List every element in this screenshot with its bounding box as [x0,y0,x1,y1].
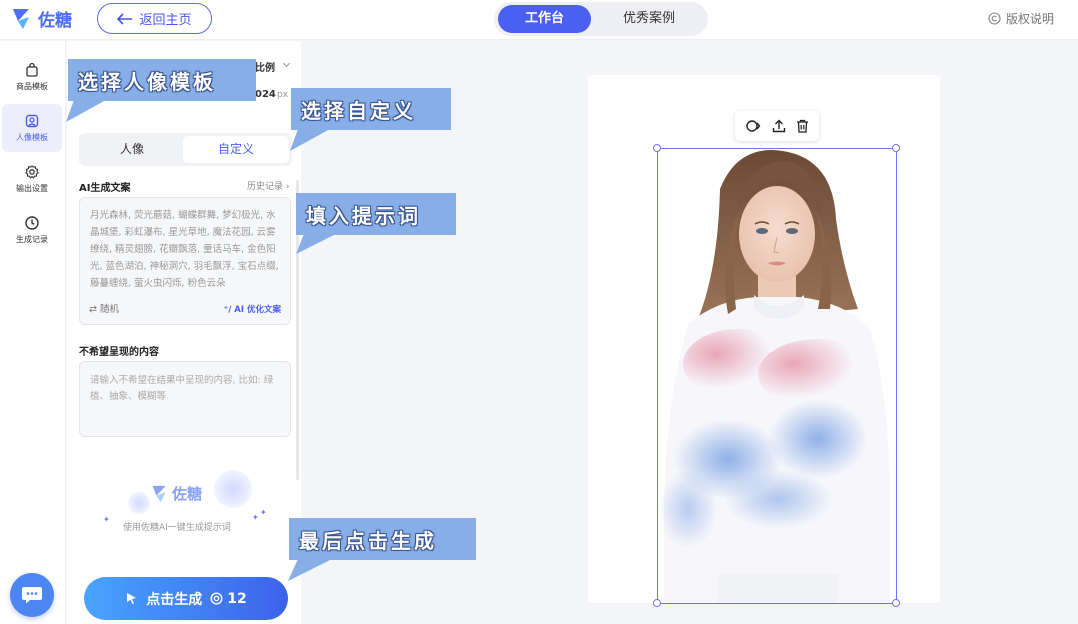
sidebar-item-portrait-templates[interactable]: 人像模板 [2,104,62,152]
sparkle-icon: ✦ [252,513,259,522]
sparkle-icon: ✦ [103,515,110,524]
prompt-textarea[interactable]: 月光森林, 荧光蘑菇, 蝴蝶群舞, 梦幻极光, 水晶城堡, 彩虹瀑布, 星光草地… [79,197,291,325]
logo-text: 佐糖 [38,11,72,31]
callout-tail [66,100,106,122]
sidebar-item-label: 商品模板 [16,82,48,91]
random-label: 随机 [100,304,120,315]
chat-icon [22,587,42,604]
resize-handle[interactable] [892,599,900,607]
segment-custom[interactable]: 自定义 [183,136,289,163]
top-bar: 佐糖 返回主页 工作台 优秀案例 版权说明 [0,0,1078,40]
callout-fill-prompt: 填入提示词 [296,193,456,235]
ratio-label[interactable]: 比例 [255,59,275,74]
sidebar-item-product-templates[interactable]: 商品模板 [0,53,64,101]
left-nav: 商品模板 人像模板 输出设置 生成记录 [0,41,66,624]
negative-prompt-textarea[interactable]: 请输入不希望在结果中呈现的内容, 比如: 绿植、抽象、模糊等 [79,361,291,437]
callout-tail [288,559,332,581]
sidebar-item-history[interactable]: 生成记录 [0,206,64,254]
coin-icon [210,592,223,605]
gear-icon [25,164,39,179]
sidebar-item-label: 输出设置 [16,184,48,193]
brand-watermark-text: 佐糖 [172,485,203,503]
decor-blob [128,492,150,514]
arrow-left-icon [117,12,133,25]
history-label: 历史记录 [247,182,284,192]
logo[interactable]: 佐糖 [10,6,72,31]
settings-panel [67,41,301,624]
copyright-link[interactable]: 版权说明 [988,10,1054,27]
portrait-icon [25,114,39,128]
resize-handle[interactable] [653,144,661,152]
brand-watermark: 佐糖 [150,483,202,504]
resize-handle[interactable] [892,144,900,152]
segment-portrait[interactable]: 人像 [82,136,182,163]
copyright-icon [988,12,1001,25]
generate-button[interactable]: 点击生成 12 [84,577,288,620]
prompt-text: 月光森林, 荧光蘑菇, 蝴蝶群舞, 梦幻极光, 水晶城堡, 彩虹瀑布, 星光草地… [90,210,279,289]
cursor-icon [127,593,137,604]
sparkle-icon: ✦ [260,508,267,517]
back-home-button[interactable]: 返回主页 [97,3,212,34]
image-toolbar [735,111,819,141]
back-home-label: 返回主页 [139,13,192,28]
negative-section-title: 不希望呈现的内容 [79,347,159,358]
ai-optimize-label: AI 优化文案 [234,305,281,315]
sidebar-item-output-settings[interactable]: 输出设置 [0,155,64,203]
shuffle-icon: ⇄ [89,304,97,315]
size-unit: px [277,90,289,100]
negative-placeholder: 请输入不希望在结果中呈现的内容, 比如: 绿植、抽象、模糊等 [90,375,274,402]
callout-click-generate: 最后点击生成 [289,518,476,560]
upload-icon[interactable] [772,119,786,133]
history-link[interactable]: 历史记录 › [247,179,290,192]
size-value: 024 [255,89,276,100]
generate-cost: 12 [227,590,247,607]
chat-support-button[interactable] [10,573,54,617]
callout-choose-template: 选择人像模板 [68,59,256,101]
ai-optimize-button[interactable]: ⁺∕ AI 优化文案 [224,303,281,315]
copyright-label: 版权说明 [1006,12,1055,26]
chevron-right-icon: › [285,182,290,192]
trash-icon[interactable] [796,119,809,133]
sidebar-item-label: 人像模板 [16,133,48,142]
prompt-section-title: AI生成文案 [79,183,131,194]
generate-label: 点击生成 [146,591,203,608]
logo-icon [10,7,32,31]
callout-choose-custom: 选择自定义 [291,88,451,130]
sparkle-icon: ⁺∕ [223,305,232,315]
callout-tail [290,129,330,151]
brand-subtitle: 使用佐糖AI一键生成提示词 [123,523,231,533]
random-button[interactable]: ⇄ 随机 [89,301,119,315]
tab-workbench[interactable]: 工作台 [498,5,591,33]
selection-frame[interactable] [657,148,897,604]
tab-showcase[interactable]: 优秀案例 [599,2,699,36]
sidebar-item-label: 生成记录 [16,235,48,244]
resize-handle[interactable] [653,599,661,607]
clock-icon [25,216,39,230]
top-tabs: 工作台 优秀案例 [494,2,708,36]
callout-tail [296,234,336,254]
decor-blob [214,470,252,508]
replace-icon[interactable] [745,119,761,133]
bag-icon [26,62,38,77]
mode-segmented-control: 人像 自定义 [79,133,292,166]
logo-icon [152,485,166,502]
